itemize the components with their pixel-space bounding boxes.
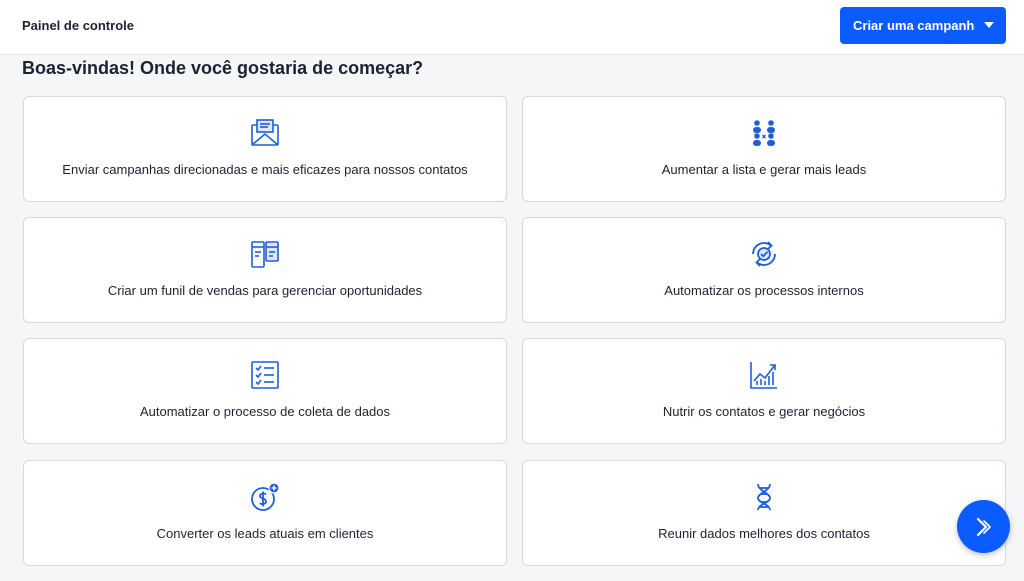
next-fab-button[interactable] — [957, 500, 1010, 553]
card-contact-data[interactable]: Reunir dados melhores dos contatos — [522, 460, 1006, 566]
card-data-collection[interactable]: Automatizar o processo de coleta de dado… — [23, 338, 507, 444]
create-campaign-label: Criar uma campanha — [853, 18, 975, 33]
people-group-icon — [748, 117, 780, 149]
card-automate-processes[interactable]: Automatizar os processos internos — [522, 217, 1006, 323]
card-label: Automatizar os processos internos — [664, 283, 864, 298]
card-send-campaigns[interactable]: Enviar campanhas direcionadas e mais efi… — [23, 96, 507, 202]
top-bar: Painel de controle Criar uma campanha — [0, 0, 1024, 55]
card-label: Criar um funil de vendas para gerenciar … — [107, 283, 423, 298]
checklist-icon — [249, 359, 281, 391]
growth-chart-icon — [748, 359, 780, 391]
card-sales-funnel[interactable]: Criar um funil de vendas para gerenciar … — [23, 217, 507, 323]
welcome-heading: Boas-vindas! Onde você gostaria de começ… — [22, 58, 424, 78]
page-title: Painel de controle — [22, 18, 134, 33]
card-label: Aumentar a lista e gerar mais leads — [661, 162, 867, 177]
dollar-plus-icon — [249, 481, 281, 513]
card-label: Converter os leads atuais em clientes — [156, 526, 374, 541]
card-convert-leads[interactable]: Converter os leads atuais em clientes — [23, 460, 507, 566]
envelope-icon — [249, 117, 281, 149]
create-campaign-button[interactable]: Criar uma campanha — [840, 7, 1006, 44]
card-nurture-contacts[interactable]: Nutrir os contatos e gerar negócios — [522, 338, 1006, 444]
card-label: Automatizar o processo de coleta de dado… — [139, 404, 391, 419]
pipeline-board-icon — [249, 238, 281, 270]
automation-cycle-icon — [748, 238, 780, 270]
card-label: Reunir dados melhores dos contatos — [658, 526, 870, 541]
card-label: Enviar campanhas direcionadas e mais efi… — [62, 162, 468, 177]
card-label: Nutrir os contatos e gerar negócios — [662, 404, 866, 419]
chevron-right-icon — [976, 517, 991, 536]
dna-icon — [748, 481, 780, 513]
card-grow-list[interactable]: Aumentar a lista e gerar mais leads — [522, 96, 1006, 202]
caret-down-icon — [984, 22, 994, 28]
